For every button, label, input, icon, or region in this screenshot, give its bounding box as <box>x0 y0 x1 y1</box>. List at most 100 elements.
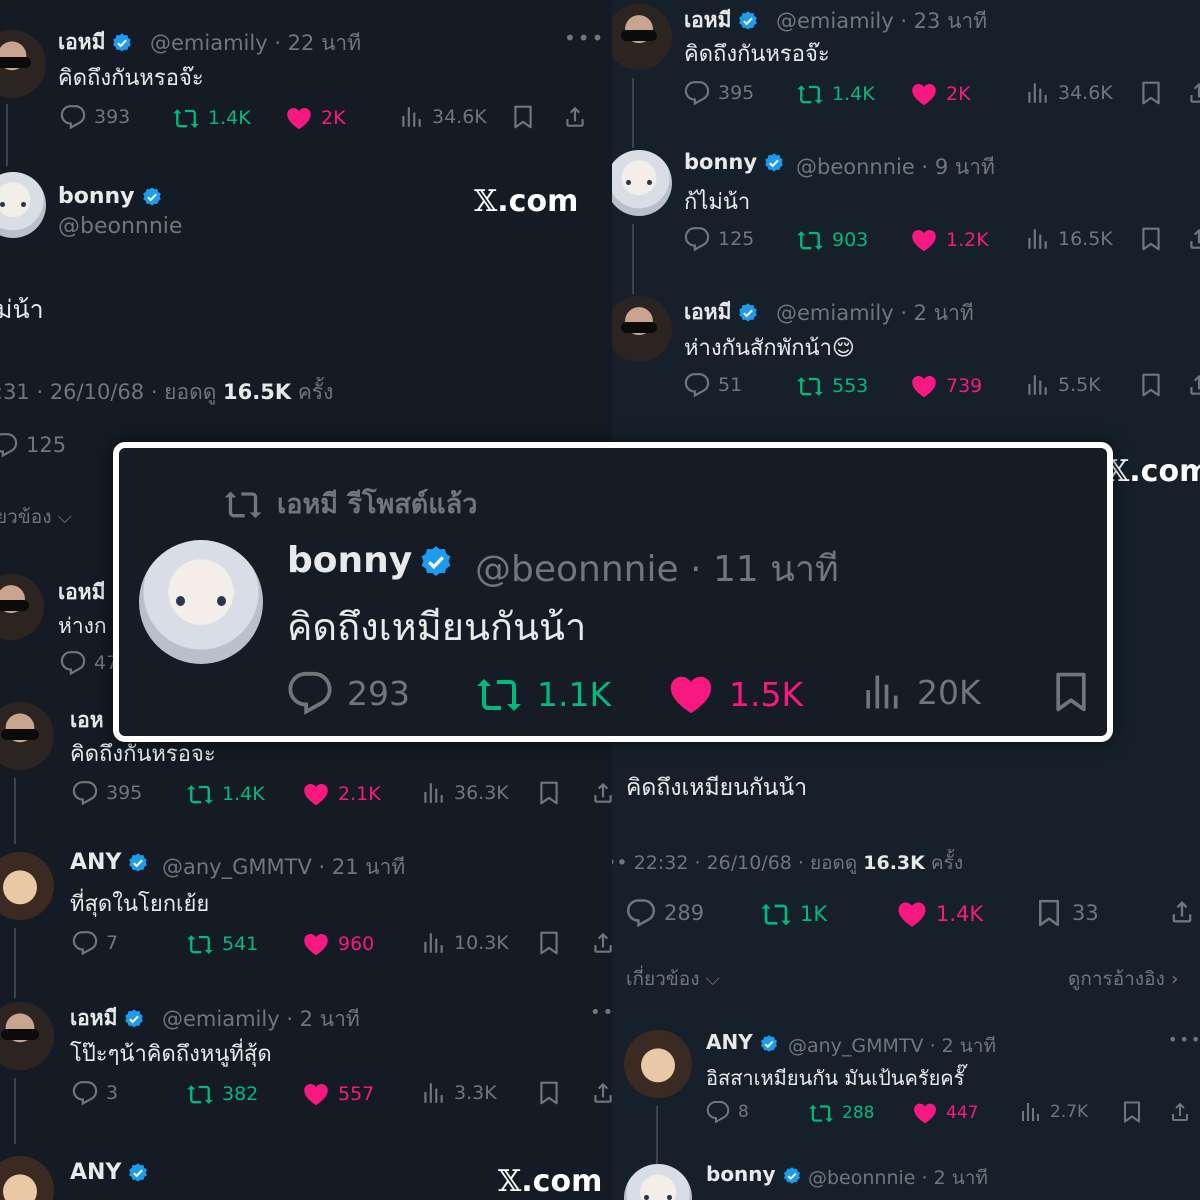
views-button[interactable]: 3.3K <box>420 1080 497 1106</box>
reply-button[interactable]: 125 <box>0 432 66 458</box>
author-name[interactable]: bonny <box>684 150 785 174</box>
avatar[interactable] <box>0 1156 54 1200</box>
tweet-emiamily-1[interactable]: เอหมี @emiamily · 22 นาที ••• คิดถึงกันห… <box>0 0 612 166</box>
avatar[interactable] <box>0 172 46 238</box>
share-button[interactable] <box>1186 372 1200 398</box>
tweet-any-1[interactable]: ANY @any_GMMTV · 21 นาที ที่สุดในโยกเย้ย… <box>0 846 612 998</box>
repost-button[interactable]: 903 <box>796 226 868 254</box>
tweet-any-2[interactable]: ANY 𝕏.com <box>0 1150 612 1200</box>
share-button[interactable] <box>1168 1100 1192 1124</box>
share-button[interactable] <box>590 1080 612 1106</box>
author-name[interactable]: ANY <box>70 850 149 875</box>
reply-button[interactable]: 393 <box>60 104 130 130</box>
like-button[interactable]: 2K <box>285 104 346 132</box>
author-name[interactable]: เอหมี <box>58 576 105 609</box>
repost-button[interactable]: 1.4K <box>172 104 251 132</box>
share-button[interactable] <box>1186 80 1200 106</box>
tweet-emiamily-4[interactable]: เอหมี @emiamily · 2 นาที ••• โป๊ะๆน้าคิด… <box>0 996 612 1144</box>
avatar[interactable] <box>0 702 54 770</box>
share-button[interactable] <box>1168 898 1196 926</box>
tweet-bonny-r5[interactable]: bonny @beonnnie · 2 นาที <box>612 1160 1200 1200</box>
reply-button[interactable]: 125 <box>684 226 754 252</box>
bookmark-button[interactable] <box>536 1080 562 1106</box>
repost-button[interactable]: 382 <box>186 1080 258 1108</box>
repost-button[interactable]: 1K <box>760 898 827 930</box>
bookmark-button[interactable] <box>536 930 562 956</box>
author-name[interactable]: bonny <box>287 540 454 581</box>
author-name[interactable]: ANY <box>70 1160 149 1185</box>
reply-button[interactable]: 395 <box>72 780 142 806</box>
share-button[interactable] <box>590 780 612 806</box>
author-name[interactable]: เอห <box>70 704 104 737</box>
reply-button[interactable]: 293 <box>287 670 410 716</box>
related-toggle[interactable]: เกี่ยวข้อง ⌵ <box>626 964 720 994</box>
like-button[interactable]: 1.4K <box>896 898 983 930</box>
like-button[interactable]: 557 <box>302 1080 374 1108</box>
views-button[interactable]: 20K <box>859 670 981 714</box>
more-icon[interactable]: ••• <box>564 26 605 50</box>
avatar[interactable] <box>612 4 672 70</box>
avatar[interactable] <box>624 1030 692 1098</box>
avatar[interactable] <box>0 1002 54 1070</box>
share-button[interactable] <box>1186 226 1200 252</box>
more-icon[interactable]: ••• <box>590 1002 612 1023</box>
avatar[interactable] <box>0 30 46 98</box>
repost-button[interactable]: 1.4K <box>186 780 265 808</box>
repost-button[interactable]: 1.4K <box>796 80 875 108</box>
avatar[interactable] <box>624 1164 692 1200</box>
reply-button[interactable]: 3 <box>72 1080 118 1106</box>
views-button[interactable]: 10.3K <box>420 930 509 956</box>
repost-button[interactable]: 541 <box>186 930 258 958</box>
repost-button[interactable]: 1.1K <box>475 670 611 718</box>
author-name[interactable]: เอหมี <box>58 26 133 59</box>
author-name[interactable]: เอหมี <box>70 1002 145 1035</box>
like-button[interactable]: 960 <box>302 930 374 958</box>
bookmark-button[interactable] <box>536 780 562 806</box>
view-quotes-link[interactable]: ดูการอ้างอิง › <box>1068 964 1178 994</box>
like-button[interactable]: 447 <box>912 1100 978 1126</box>
reply-button[interactable]: 8 <box>706 1100 749 1124</box>
bookmark-button[interactable] <box>1138 372 1164 398</box>
views-button[interactable]: 2.7K <box>1018 1100 1088 1124</box>
author-name[interactable]: เอหมี <box>684 296 759 329</box>
avatar[interactable] <box>612 150 672 216</box>
views-button[interactable]: 16.5K <box>1024 226 1113 252</box>
avatar[interactable] <box>612 296 672 362</box>
author-name[interactable]: เอหมี <box>684 4 759 37</box>
tweet-emiamily-r1[interactable]: เอหมี @emiamily · 23 นาที คิดถึงกันหรอจ๊… <box>612 0 1200 148</box>
reply-button[interactable]: 7 <box>72 930 118 956</box>
views-button[interactable]: 34.6K <box>398 104 487 130</box>
reply-button[interactable]: 289 <box>626 898 704 928</box>
like-button[interactable]: 739 <box>910 372 982 400</box>
views-button[interactable]: 34.6K <box>1024 80 1113 106</box>
bookmark-button[interactable] <box>1138 80 1164 106</box>
tweet-emiamily-r3[interactable]: เอหมี @emiamily · 2 นาที ห่างกันสักพักน้… <box>612 292 1200 442</box>
related-toggle[interactable]: ยวข้อง ⌵ <box>0 502 72 532</box>
repost-button[interactable]: 553 <box>796 372 868 400</box>
avatar[interactable] <box>0 852 54 920</box>
bookmark-button[interactable] <box>1138 226 1164 252</box>
more-icon[interactable]: ••• <box>1168 1030 1200 1049</box>
bookmark-button[interactable]: 33 <box>1034 898 1099 928</box>
avatar[interactable] <box>139 540 263 664</box>
like-button[interactable]: 1.5K <box>667 670 803 718</box>
avatar[interactable] <box>0 574 44 640</box>
views-button[interactable]: 36.3K <box>420 780 509 806</box>
like-button[interactable]: 2.1K <box>302 780 381 808</box>
reply-button[interactable]: 47 <box>60 650 118 676</box>
bookmark-button[interactable] <box>1120 1100 1144 1124</box>
tweet-bonny-r2[interactable]: bonny @beonnnie · 9 นาที ก้ไม่น้า 125 90… <box>612 146 1200 294</box>
like-button[interactable]: 2K <box>910 80 971 108</box>
reply-button[interactable]: 395 <box>684 80 754 106</box>
repost-button[interactable]: 288 <box>808 1100 874 1126</box>
like-button[interactable]: 1.2K <box>910 226 989 254</box>
views-button[interactable]: 5.5K <box>1024 372 1101 398</box>
author-name[interactable]: ANY <box>706 1030 779 1054</box>
share-button[interactable] <box>590 930 612 956</box>
tweet-any-r4[interactable]: ANY @any_GMMTV · 2 นาที ••• อิสสาเหมียนก… <box>612 1026 1200 1166</box>
share-button[interactable] <box>562 104 588 130</box>
author-name[interactable]: bonny <box>706 1162 802 1186</box>
bookmark-button[interactable] <box>510 104 536 130</box>
author-name[interactable]: bonny <box>58 184 163 209</box>
highlighted-repost-card[interactable]: เอหมี รีโพสต์แล้ว bonny @beonnnie · 11 น… <box>113 442 1113 742</box>
